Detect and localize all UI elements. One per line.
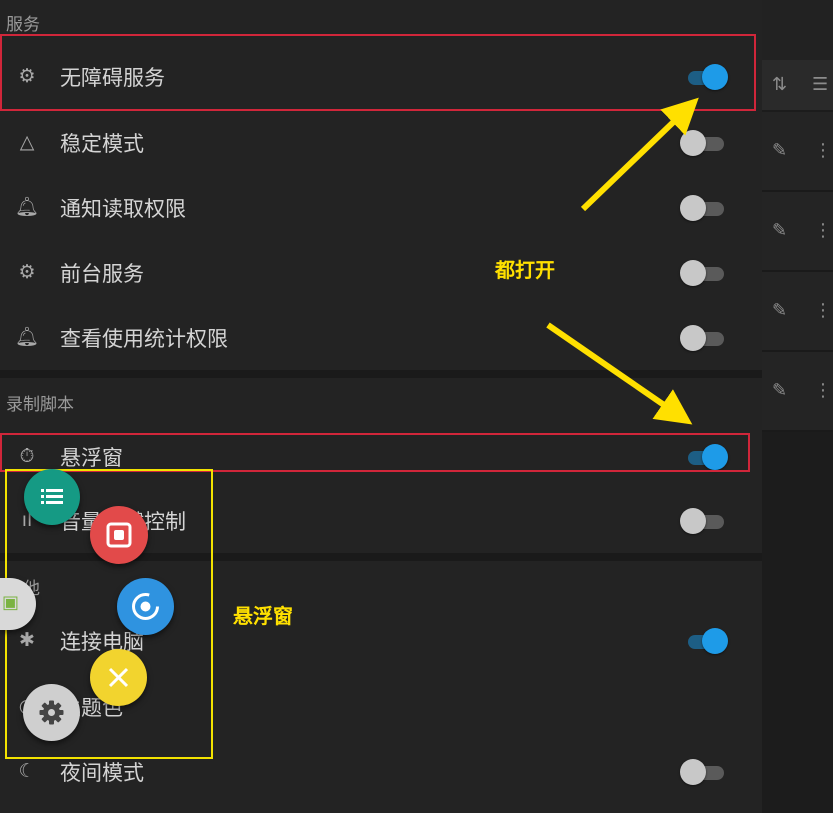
android-icon: ▣ — [2, 592, 20, 613]
fab-record[interactable] — [90, 506, 148, 564]
arrow-to-floating-window — [546, 322, 693, 425]
fab-settings[interactable] — [23, 684, 80, 741]
close-icon — [108, 667, 129, 688]
fab-target[interactable] — [117, 578, 174, 635]
annotation-turn-all-on: 都打开 — [495, 258, 555, 282]
gear-icon — [39, 700, 64, 725]
list-icon — [41, 489, 63, 504]
fab-list[interactable] — [24, 469, 80, 525]
annotation-floating-window: 悬浮窗 — [233, 604, 293, 628]
record-icon — [106, 522, 132, 548]
target-icon — [132, 593, 159, 620]
fab-close[interactable] — [90, 649, 147, 706]
arrow-to-accessibility — [580, 97, 699, 212]
